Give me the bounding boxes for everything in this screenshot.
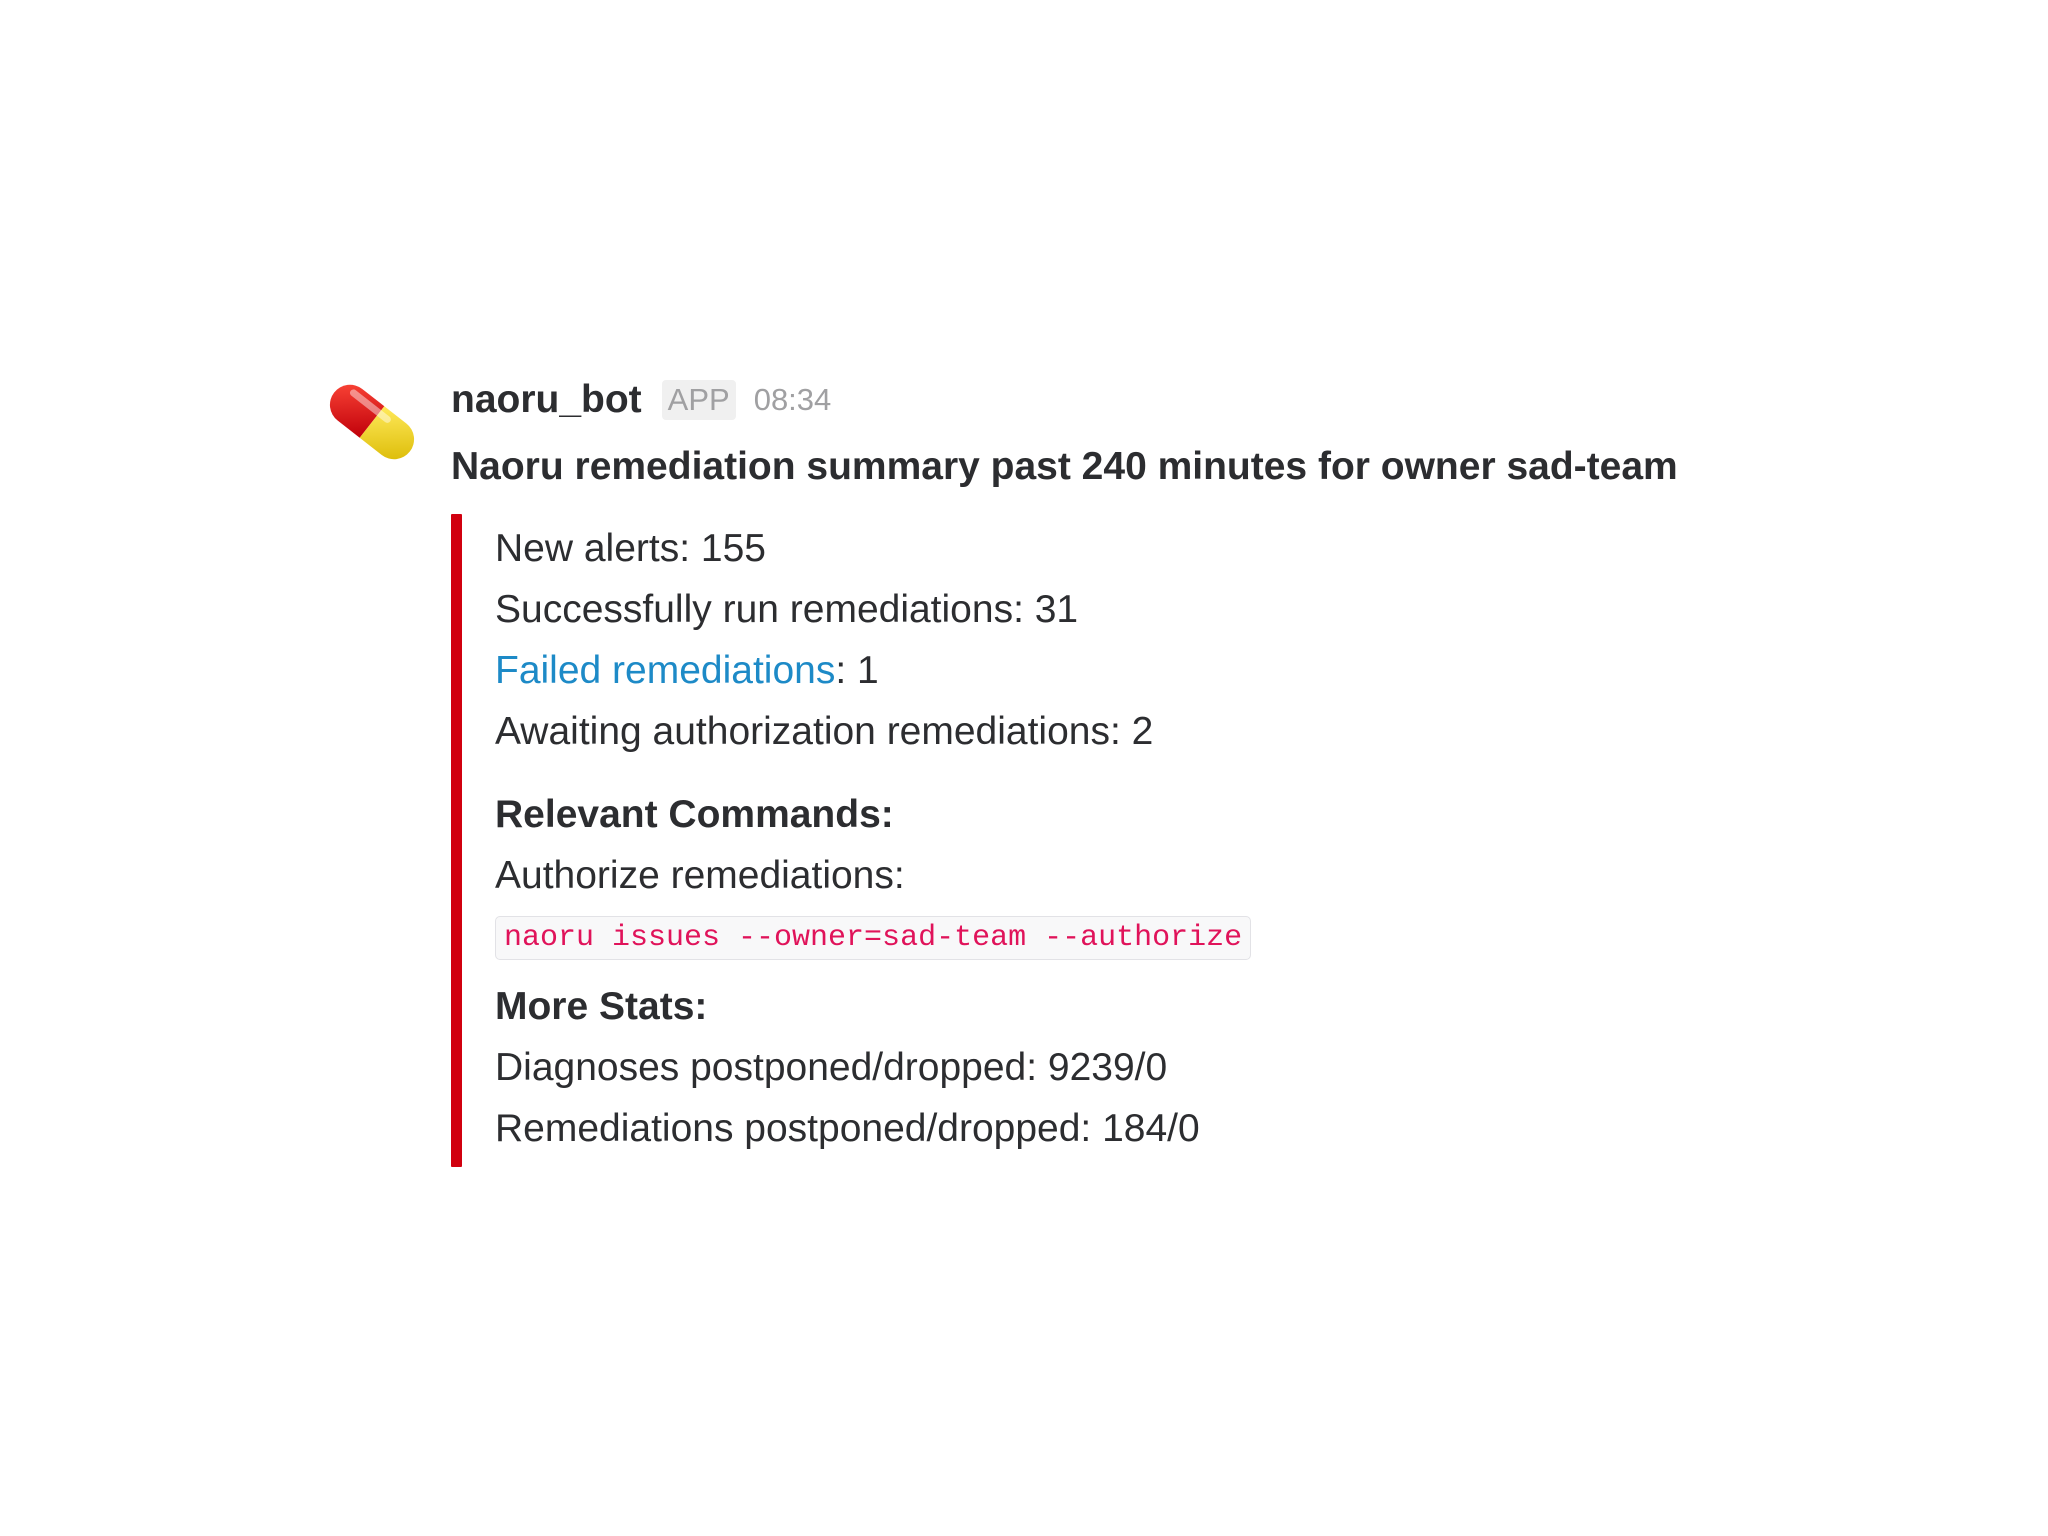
app-badge: APP bbox=[661, 380, 736, 420]
authorize-command-code[interactable]: naoru issues --owner=sad-team --authoriz… bbox=[495, 916, 1252, 960]
authorize-remediations-label: Authorize remediations: bbox=[495, 854, 905, 897]
pill-icon[interactable] bbox=[322, 372, 422, 472]
relevant-commands-heading: Relevant Commands: bbox=[495, 793, 894, 836]
message-content: naoru_bot APP 08:34 Naoru remediation su… bbox=[451, 372, 1811, 1167]
attachment-color-bar bbox=[451, 514, 462, 1167]
authorize-command-row: naoru issues --owner=sad-team --authoriz… bbox=[495, 916, 1811, 962]
more-stats-heading: More Stats: bbox=[495, 985, 708, 1028]
awaiting-authorization-line: Awaiting authorization remediations: 2 bbox=[495, 710, 1154, 753]
failed-remediations-line: Failed remediations: 1 bbox=[495, 640, 1811, 701]
remediations-line: Remediations postponed/dropped: 184/0 bbox=[495, 1107, 1200, 1150]
new-alerts-line: New alerts: 155 bbox=[495, 527, 766, 570]
failed-remediations-link[interactable]: Failed remediations bbox=[495, 649, 835, 692]
failed-remediations-value: : 1 bbox=[835, 649, 879, 692]
message-title: Naoru remediation summary past 240 minut… bbox=[451, 445, 1678, 488]
successful-remediations-line: Successfully run remediations: 31 bbox=[495, 588, 1079, 631]
message-header: naoru_bot APP 08:34 bbox=[451, 372, 1811, 428]
sender-name[interactable]: naoru_bot bbox=[451, 378, 642, 422]
diagnoses-line: Diagnoses postponed/dropped: 9239/0 bbox=[495, 1046, 1168, 1089]
message-timestamp[interactable]: 08:34 bbox=[754, 382, 832, 418]
message-attachment: New alerts: 155 Successfully run remedia… bbox=[451, 514, 1811, 1167]
